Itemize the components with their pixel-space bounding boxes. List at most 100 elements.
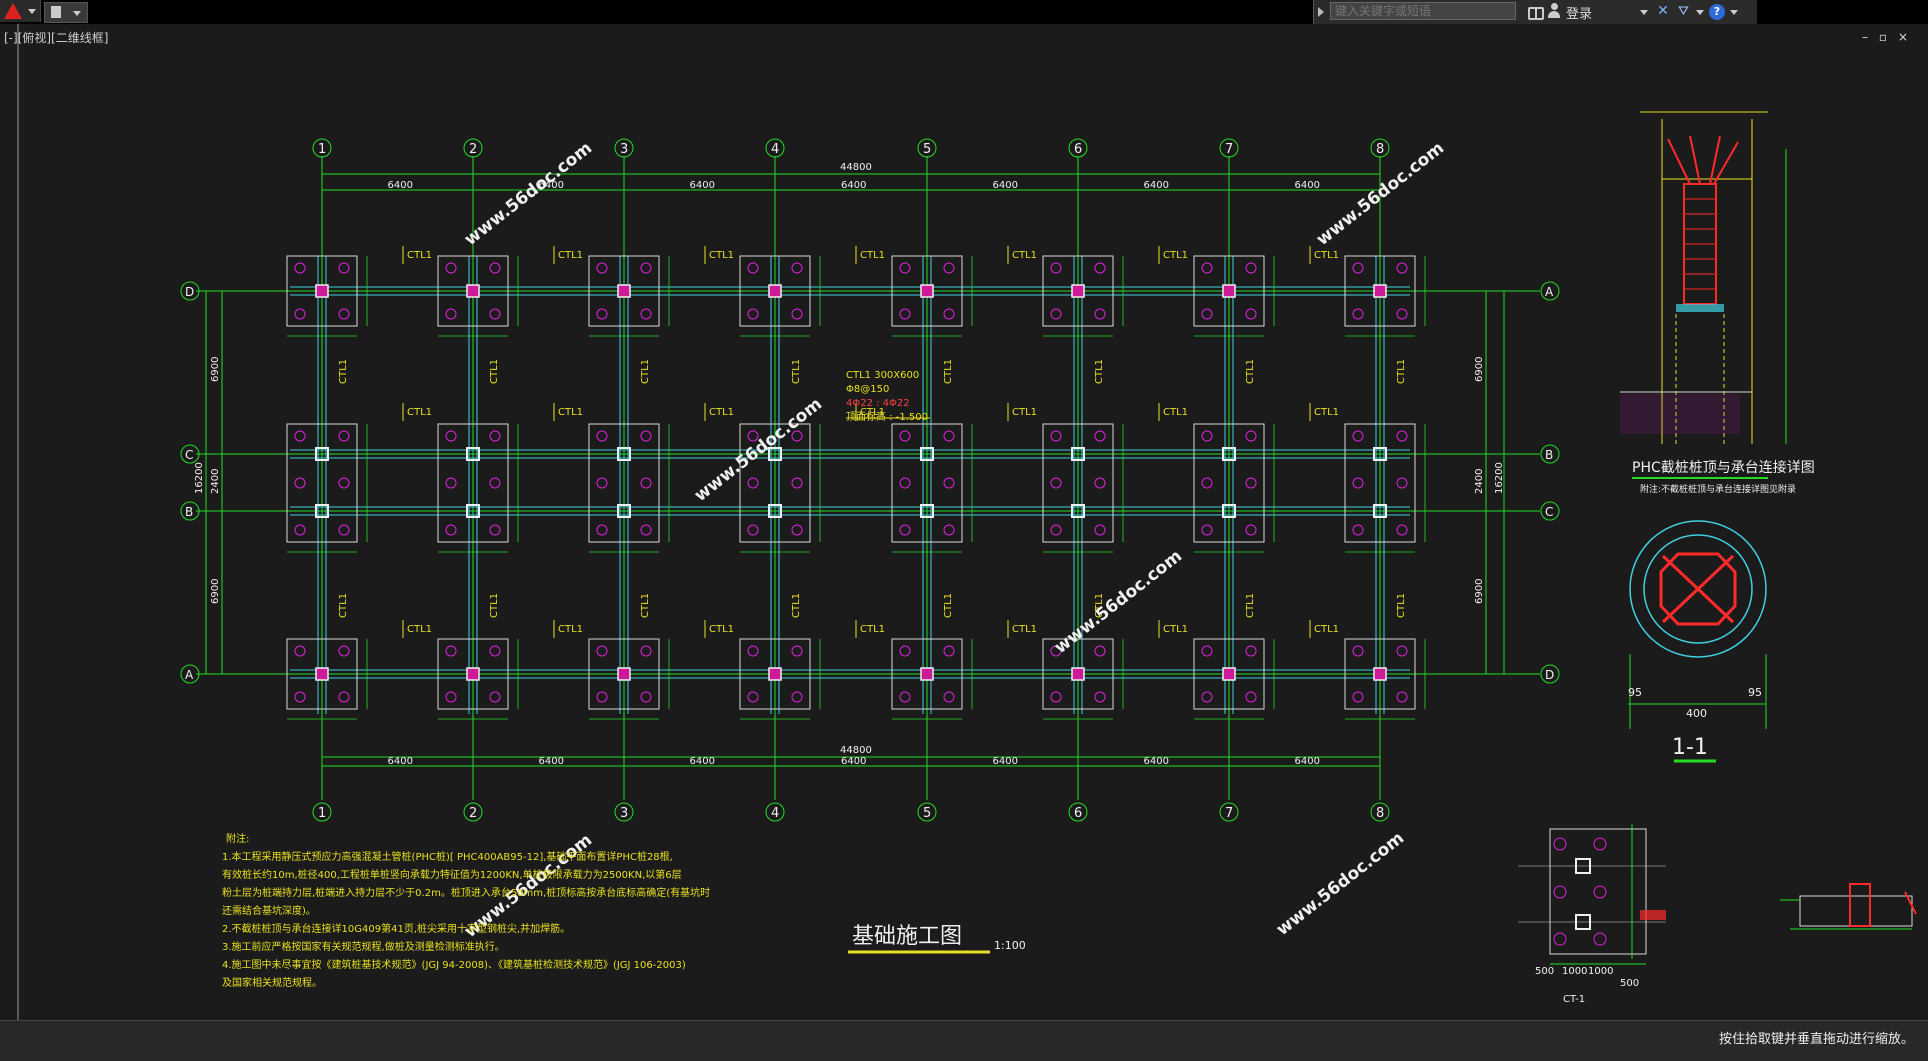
beam-label: CTL1 — [860, 624, 885, 635]
pile-circle — [1352, 477, 1364, 489]
pile-circle — [640, 477, 652, 489]
bay-dim-text: 6400 — [1144, 180, 1169, 191]
beam-label-vertical: CTL1 — [1396, 359, 1407, 384]
quick-access-toolbar-button[interactable] — [44, 2, 88, 23]
axis-number: 3 — [620, 142, 628, 157]
title-bar: 登录 ✕ ⛛ ? — [0, 0, 1928, 24]
chevron-down-icon[interactable] — [1696, 10, 1704, 15]
chevron-down-icon[interactable] — [1640, 10, 1648, 15]
expand-arrow-icon[interactable] — [1318, 7, 1324, 17]
pile-marker — [617, 284, 631, 298]
pile-circle — [791, 691, 803, 703]
foundation-plan: 44800448006400 6400 6400 6400 6400 6400 640064… — [180, 138, 1560, 942]
pile-circle — [1201, 477, 1213, 489]
axis-number: 8 — [1376, 806, 1384, 821]
beam-label-vertical: CTL1 — [1094, 359, 1105, 384]
autocad-logo-icon — [4, 3, 22, 19]
exchange-icon[interactable]: ✕ — [1655, 4, 1671, 19]
pile-circle — [899, 524, 911, 536]
document-icon — [51, 6, 61, 18]
section-dim-right: 95 — [1748, 686, 1762, 699]
pile-circle — [1245, 524, 1257, 536]
drawing-viewport[interactable]: [-][俯视][二维线框] – ▫ × 44800 44800 6400 6400 64… — [0, 24, 1928, 1020]
pile-circle — [640, 262, 652, 274]
pile-circle — [338, 477, 350, 489]
pile-circle — [1245, 262, 1257, 274]
pile-circle — [1352, 524, 1364, 536]
beam-label-vertical: CTL1 — [489, 593, 500, 618]
pile-circle — [294, 477, 306, 489]
pile-marker — [466, 284, 480, 298]
pile-circle — [489, 645, 501, 657]
chevron-down-icon[interactable] — [1730, 10, 1738, 15]
pile-circle — [943, 524, 955, 536]
axis-number: 8 — [1376, 142, 1384, 157]
bay-dim-text: 6400 — [539, 756, 564, 767]
status-prompt: 按住拾取键并垂直拖动进行缩放。 — [1718, 1032, 1914, 1047]
user-icon[interactable] — [1547, 3, 1561, 19]
pile-circle — [1201, 430, 1213, 442]
pile-marker — [920, 667, 934, 681]
beam-label: CTL1 — [1163, 407, 1188, 418]
pile-circle — [294, 308, 306, 320]
pile-circle — [1245, 477, 1257, 489]
axis-number: 5 — [923, 806, 931, 821]
beam-label: CTL1 — [558, 624, 583, 635]
axis-number: 4 — [771, 806, 779, 821]
pile-circle — [640, 691, 652, 703]
side-dim-text: 2400 — [210, 469, 221, 494]
axis-number: 7 — [1225, 142, 1233, 157]
binoculars-icon[interactable] — [1528, 5, 1544, 20]
watermark: www.56doc.com — [1273, 828, 1408, 940]
beam-label: CTL1 — [558, 407, 583, 418]
application-menu-button[interactable] — [0, 0, 41, 22]
pile-circle — [1201, 691, 1213, 703]
beam-label: CTL1 — [709, 624, 734, 635]
pile-circle — [445, 691, 457, 703]
pile-circle — [747, 477, 759, 489]
pile-circle — [943, 308, 955, 320]
beam-label-vertical: CTL1 — [791, 359, 802, 384]
beam-note-line: CTL1 300X600 — [846, 370, 919, 381]
beam-label: CTL1 — [860, 250, 885, 261]
cad-drawing: 44800448006400 6400 6400 6400 6400 6400 640064… — [17, 24, 1917, 1020]
bay-dim-text: 6400 — [388, 756, 413, 767]
help-icon[interactable]: ? — [1709, 4, 1725, 20]
note-line: 粉土层为桩端持力层,桩端进入持力层不少于0.2m。桩顶进入承台50mm,桩顶标高… — [222, 886, 710, 899]
beam-label-vertical: CTL1 — [489, 359, 500, 384]
beam-label: CTL1 — [1012, 250, 1037, 261]
note-line: 4.施工图中未尽事宜按《建筑桩基技术规范》(JGJ 94-2008)、《建筑基桩… — [222, 958, 686, 971]
search-input[interactable] — [1330, 2, 1516, 20]
login-button[interactable]: 登录 — [1566, 3, 1592, 22]
beam-label: CTL1 — [407, 250, 432, 261]
axis-letter-left: A — [185, 668, 194, 682]
pile-circle — [596, 645, 608, 657]
pile-circle — [596, 430, 608, 442]
ct-dim-2: 1000 — [1588, 966, 1613, 977]
pile-circle — [596, 691, 608, 703]
pile-circle — [640, 524, 652, 536]
axis-number: 2 — [469, 142, 477, 157]
pile-marker — [617, 667, 631, 681]
pile-circle — [489, 262, 501, 274]
pile-circle — [338, 262, 350, 274]
drawing-scale: 1:100 — [994, 939, 1026, 952]
axis-number: 1 — [318, 806, 326, 821]
axis-number: 2 — [469, 806, 477, 821]
pile-marker — [1071, 667, 1085, 681]
detail-title: PHC截桩桩顶与承台连接详图 — [1632, 459, 1815, 476]
watermark: www.56doc.com — [461, 138, 596, 250]
pile-circle — [943, 477, 955, 489]
pile-circle — [445, 477, 457, 489]
detail-note: 附注:不截桩桩顶与承台连接详图见附录 — [1640, 483, 1796, 495]
beam-label: CTL1 — [407, 624, 432, 635]
pile-section-1-1: 95 400 95 1-1 — [1628, 520, 1767, 763]
pile-circle — [791, 645, 803, 657]
pile-circle — [1094, 430, 1106, 442]
pile-circle — [943, 691, 955, 703]
beam-label: CTL1 — [1314, 250, 1339, 261]
a360-icon[interactable]: ⛛ — [1678, 4, 1689, 19]
pile-circle — [489, 691, 501, 703]
pile-circle — [1050, 430, 1062, 442]
beam-label-vertical: CTL1 — [1245, 593, 1256, 618]
